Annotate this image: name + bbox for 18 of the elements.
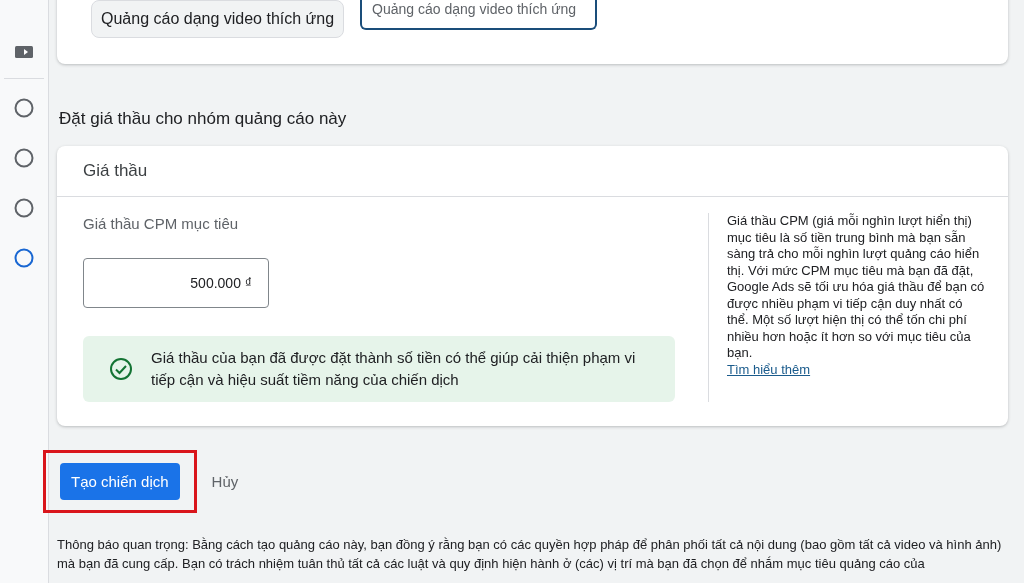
notice-text: Giá thầu của bạn đã được đặt thành số tiền có thể giúp cải thiện phạm vi tiếp cận và hiệu suất tiềm năng của chiến dịch [151, 348, 637, 390]
step-circle-icon[interactable] [14, 198, 34, 218]
bid-input-field[interactable]: 500.000 ₫ [83, 258, 269, 308]
step-circle-icon[interactable] [14, 98, 34, 118]
learn-more-link[interactable]: Tìm hiểu thêm [727, 361, 811, 378]
check-circle-icon [109, 357, 133, 381]
step-circle-icon[interactable] [14, 248, 34, 268]
cancel-button[interactable]: Hủy [207, 463, 243, 500]
legal-notice: Thông báo quan trọng: Bằng cách tạo quảng cáo này, bạn đồng ý rằng bạn có các quyền hợp pháp để phân phối tất cả nội dung (bao gồm tất cả video và hình ảnh) mà bạn đã cung cấp. Bạn có trách nhiệm tuân thủ tất cả các luật và quy định hiện hành ở (các) vị trí mà bạn đã chọn để nhắm mục tiêu quảng cáo của [57, 536, 1003, 573]
card-title: Giá thầu [83, 161, 148, 181]
step-circle-icon[interactable] [14, 148, 34, 168]
section-title: Đặt giá thầu cho nhóm quảng cáo này [59, 108, 348, 130]
format-field[interactable]: Quảng cáo dạng video thích ứng [360, 0, 598, 30]
field-label: Giá thầu CPM mục tiêu [83, 215, 239, 232]
create-campaign-button[interactable]: Tạo chiến dịch [60, 463, 180, 500]
format-chip[interactable]: Quảng cáo dạng video thích ứng [91, 0, 345, 38]
help-text: Giá thầu CPM (giá mỗi nghìn lượt hiển thị) mục tiêu là số tiền trung bình mà bạn sẵn sàng trả cho mỗi nghìn lượt quảng cáo hiển thị. Với mức CPM mục tiêu mà bạn đã đặt, Google Ads sẽ tối ưu hóa giá thầu để bạn có được nhiều phạm vi tiếp cận duy nhất có thể. Một số lượt hiện thị có thể tốn chi phí nhiều hơn hoặc ít hơn so với mục tiêu của bạn. [727, 213, 986, 362]
video-camera-icon[interactable] [15, 45, 33, 59]
